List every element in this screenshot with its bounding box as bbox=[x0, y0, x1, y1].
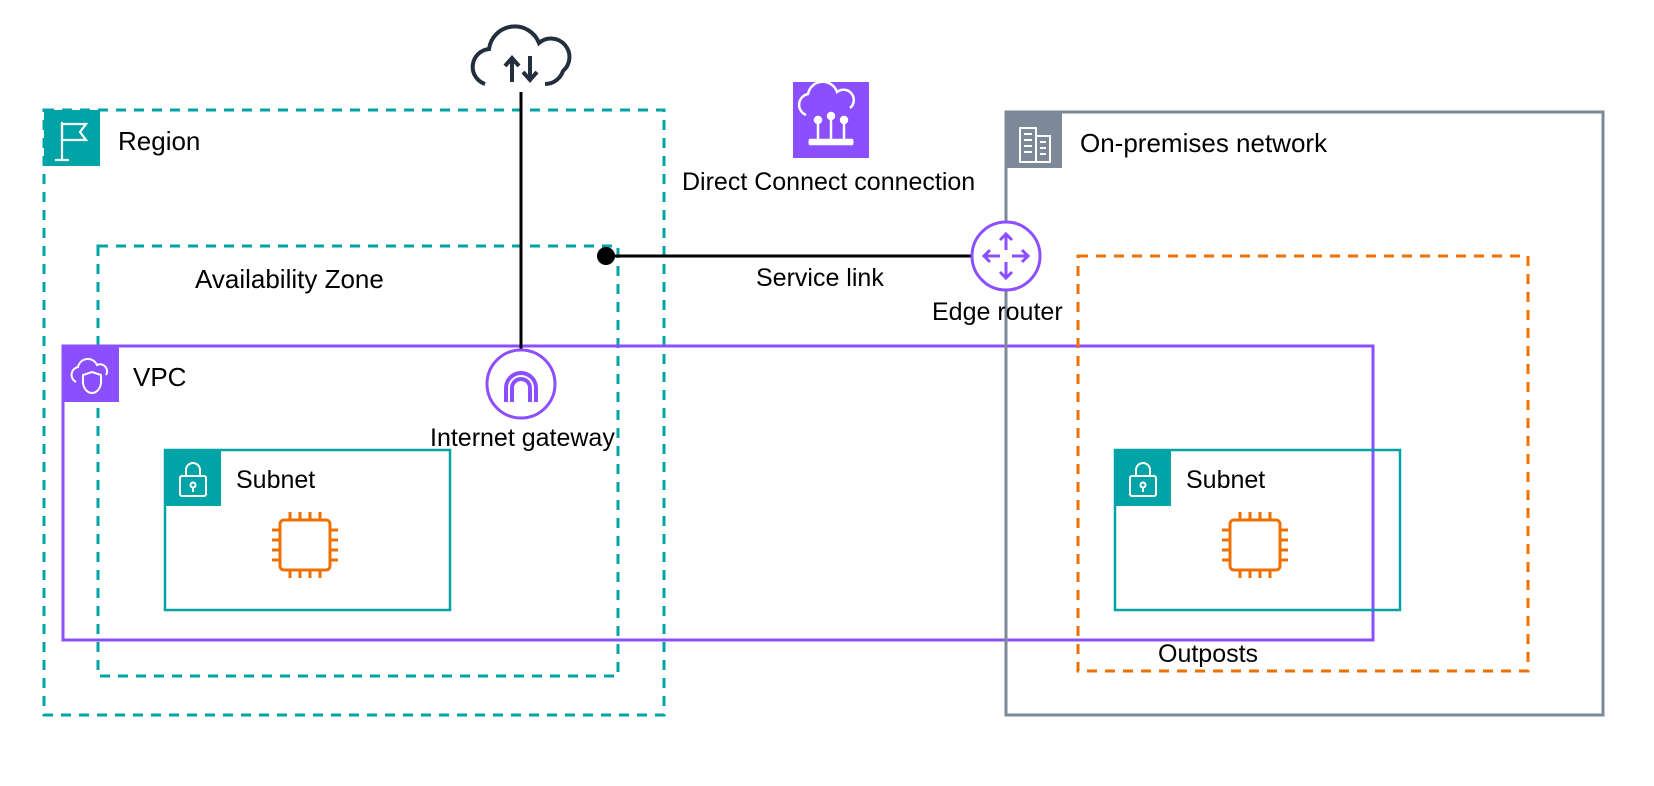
subnet-outpost-icon-tile bbox=[1115, 450, 1171, 506]
subnet-region-label: Subnet bbox=[236, 466, 315, 494]
chip-icon bbox=[1222, 512, 1288, 578]
igw-label: Internet gateway bbox=[430, 424, 615, 452]
onprem-icon-tile bbox=[1006, 112, 1062, 168]
diagram-svg: Region Availability Zone VPC Subnet Subn… bbox=[0, 0, 1654, 786]
onprem-box bbox=[1006, 112, 1603, 715]
region-box bbox=[44, 110, 664, 715]
network-diagram: Region Availability Zone VPC Subnet Subn… bbox=[0, 0, 1654, 786]
subnet-outpost-label: Subnet bbox=[1186, 466, 1265, 494]
az-label: Availability Zone bbox=[195, 264, 384, 294]
vpc-label: VPC bbox=[133, 362, 186, 392]
subnet-region-icon-tile bbox=[165, 450, 221, 506]
igw-circle bbox=[487, 350, 555, 418]
service-link-endpoint bbox=[597, 247, 615, 265]
edge-router-label: Edge router bbox=[932, 298, 1063, 326]
region-label: Region bbox=[118, 126, 200, 156]
onprem-label: On-premises network bbox=[1080, 128, 1328, 158]
outposts-label: Outposts bbox=[1158, 640, 1258, 668]
internet-cloud-icon bbox=[473, 26, 570, 84]
service-link-label: Service link bbox=[756, 264, 884, 292]
region-icon-tile bbox=[44, 110, 100, 166]
chip-icon bbox=[272, 512, 338, 578]
dx-label: Direct Connect connection bbox=[682, 168, 975, 196]
